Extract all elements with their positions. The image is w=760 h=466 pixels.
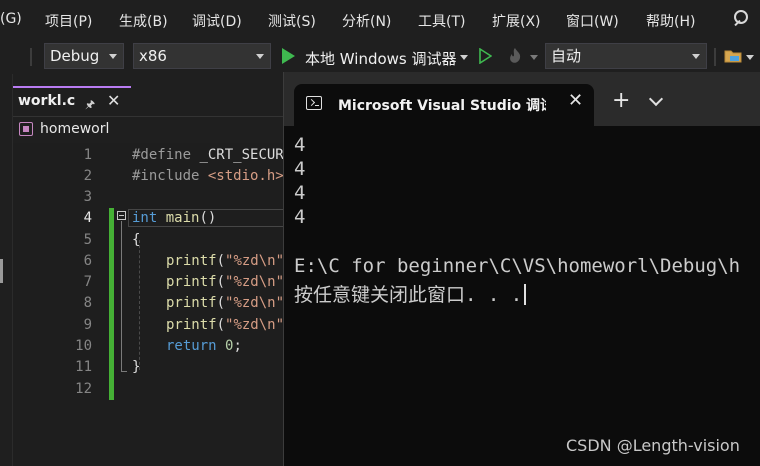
toolbar-overflow-icon[interactable] xyxy=(746,55,754,60)
line-number: 5 xyxy=(83,232,92,248)
watermark: CSDN @Length-vision xyxy=(566,436,740,455)
menu-bar: (G) 项目(P) 生成(B) 调试(D) 测试(S) 分析(N) 工具(T) … xyxy=(0,0,760,40)
left-tool-strip xyxy=(0,74,13,466)
project-scope-label: homeworl xyxy=(40,121,110,137)
code-line-5: { xyxy=(132,232,141,248)
stack-frame-combo[interactable]: 自动 xyxy=(545,43,707,69)
search-icon[interactable] xyxy=(732,9,752,29)
project-icon xyxy=(19,122,33,136)
chevron-down-icon xyxy=(256,54,264,59)
debug-console-window[interactable]: Microsoft Visual Studio 调试控制台 ✕ + 4 4 4 … xyxy=(283,72,760,466)
close-icon[interactable]: ✕ xyxy=(568,90,583,111)
terminal-icon xyxy=(306,96,322,110)
hot-reload-icon[interactable] xyxy=(506,47,524,65)
platform-combo[interactable]: x86 xyxy=(133,43,271,69)
console-prompt-line: 按任意键关闭此窗口. . . xyxy=(294,280,527,307)
toolbar: Debug x86 本地 Windows 调试器 自动 xyxy=(0,40,760,74)
tab-workl-c[interactable]: workl.c 🖈︎ ✕ xyxy=(13,86,131,116)
menu-item-build[interactable]: 生成(B) xyxy=(119,11,168,31)
outline-guide-end xyxy=(121,371,127,372)
configuration-value: Debug xyxy=(50,47,100,65)
platform-value: x86 xyxy=(139,47,167,65)
menu-item-window[interactable]: 窗口(W) xyxy=(566,11,619,31)
text-cursor xyxy=(524,284,527,305)
outline-guide xyxy=(121,221,122,371)
line-number-active: 4 xyxy=(83,210,92,226)
menu-item-test[interactable]: 测试(S) xyxy=(268,11,316,31)
line-number: 12 xyxy=(75,381,92,397)
run-target-dropdown-icon[interactable] xyxy=(460,55,468,60)
menu-item-debug[interactable]: 调试(D) xyxy=(192,11,242,31)
menu-item-go[interactable]: (G) xyxy=(0,11,22,27)
chevron-down-icon xyxy=(692,54,700,59)
run-target-button[interactable]: 本地 Windows 调试器 xyxy=(305,48,457,69)
navigation-bar[interactable]: homeworl xyxy=(13,116,293,144)
code-line-7: printf("%zd\n" xyxy=(166,274,285,290)
code-line-2: #include <stdio.h> xyxy=(132,168,284,184)
menu-item-analyze[interactable]: 分析(N) xyxy=(342,11,391,31)
menu-item-project[interactable]: 项目(P) xyxy=(45,11,92,31)
start-without-debug-icon[interactable] xyxy=(478,48,492,64)
console-output-line: 4 xyxy=(294,206,306,228)
menu-item-extensions[interactable]: 扩展(X) xyxy=(492,11,541,31)
folder-icon[interactable] xyxy=(724,48,742,64)
code-line-9: printf("%zd\n" xyxy=(166,317,285,333)
hot-reload-dropdown-icon[interactable] xyxy=(530,55,538,60)
indent-guide xyxy=(139,240,140,370)
line-number: 8 xyxy=(83,295,92,311)
console-output-line: 4 xyxy=(294,182,306,204)
code-line-10: return 0; xyxy=(166,338,242,354)
collapsed-tool-window-tab[interactable] xyxy=(0,259,3,283)
console-output-line: 4 xyxy=(294,134,306,156)
line-number: 9 xyxy=(83,317,92,333)
play-icon[interactable] xyxy=(282,48,295,64)
line-number: 10 xyxy=(75,338,92,354)
close-icon[interactable]: ✕ xyxy=(107,91,120,110)
plus-icon[interactable]: + xyxy=(612,90,630,112)
terminal-tab-bar: Microsoft Visual Studio 调试控制台 ✕ + xyxy=(284,72,760,126)
line-number-gutter: 1 2 3 4 5 6 7 8 9 10 11 12 xyxy=(37,143,95,466)
console-prompt-text: 按任意键关闭此窗口. . . xyxy=(294,284,523,306)
code-line-1: #define _CRT_SECUR xyxy=(132,147,284,163)
chevron-down-icon[interactable] xyxy=(648,91,664,107)
console-output-path: E:\C for beginner\C\VS\homeworl\Debug\h xyxy=(294,255,741,277)
terminal-tab-title: Microsoft Visual Studio 调试控制台 xyxy=(338,98,546,114)
console-output-line: 4 xyxy=(294,158,306,180)
stack-frame-value: 自动 xyxy=(551,47,582,65)
change-tracking-bar xyxy=(109,208,114,400)
editor-tab-strip: workl.c 🖈︎ ✕ xyxy=(13,86,293,116)
tab-label: workl.c xyxy=(18,93,76,109)
outline-collapse-toggle[interactable] xyxy=(117,211,126,220)
code-editor[interactable]: 1 2 3 4 5 6 7 8 9 10 11 12 #define _CRT_… xyxy=(13,143,298,466)
line-number: 7 xyxy=(83,274,92,290)
pin-icon[interactable]: 🖈︎ xyxy=(85,96,95,115)
toolbar-separator xyxy=(714,48,716,66)
code-line-6: printf("%zd\n" xyxy=(166,253,285,269)
code-line-8: printf("%zd\n" xyxy=(166,295,285,311)
menu-item-help[interactable]: 帮助(H) xyxy=(646,11,695,31)
menu-item-tools[interactable]: 工具(T) xyxy=(418,11,465,31)
tab-debug-console[interactable]: Microsoft Visual Studio 调试控制台 ✕ xyxy=(294,84,594,126)
code-line-4: int main() xyxy=(132,210,217,226)
line-number: 1 xyxy=(83,147,92,163)
configuration-combo[interactable]: Debug xyxy=(44,43,124,69)
code-line-11: } xyxy=(132,359,141,375)
line-number: 3 xyxy=(83,189,92,205)
line-number: 2 xyxy=(83,168,92,184)
chevron-down-icon xyxy=(109,54,117,59)
toolbar-separator xyxy=(30,48,32,66)
line-number: 6 xyxy=(83,253,92,269)
line-number: 11 xyxy=(75,359,92,375)
